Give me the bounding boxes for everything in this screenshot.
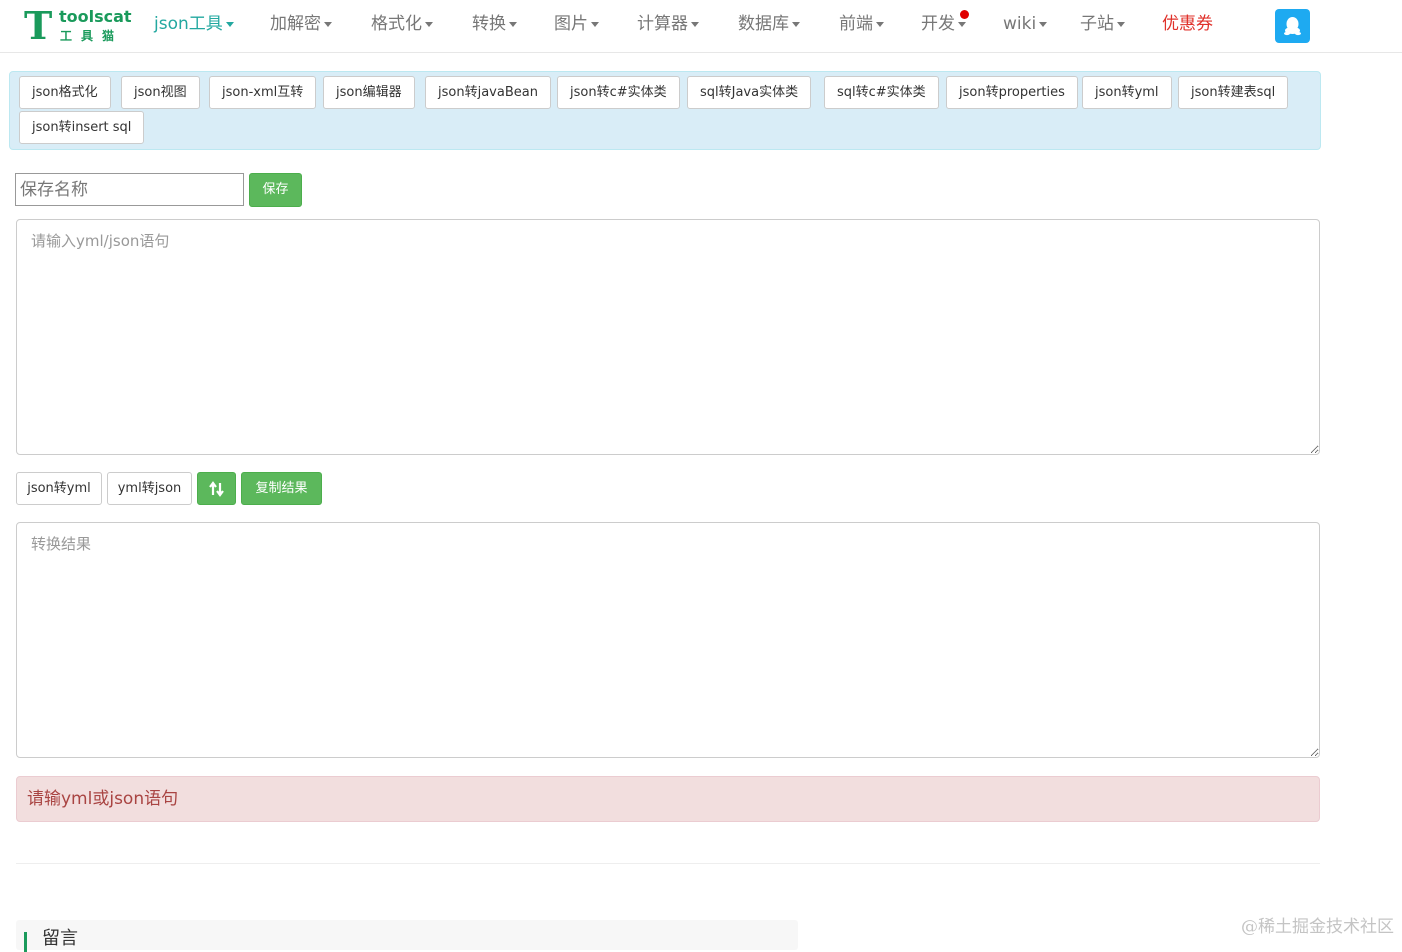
- nav-item-convert[interactable]: 转换: [472, 12, 517, 36]
- nav-label: json工具: [154, 14, 223, 34]
- nav-label: 前端: [839, 14, 873, 34]
- tool-json-format-button[interactable]: json格式化: [19, 76, 111, 109]
- nav-label: wiki: [1003, 14, 1037, 34]
- save-button[interactable]: 保存: [249, 173, 302, 207]
- notification-dot-icon: [960, 10, 969, 19]
- caret-down-icon: [792, 21, 800, 27]
- caret-down-icon: [1039, 21, 1048, 27]
- nav-label: 转换: [472, 14, 506, 34]
- caret-down-icon: [1117, 21, 1125, 27]
- nav-item-frontend[interactable]: 前端: [839, 12, 884, 36]
- caret-down-icon: [876, 21, 884, 27]
- nav-item-format[interactable]: 格式化: [371, 12, 433, 36]
- caret-down-icon: [591, 21, 599, 27]
- nav-item-image[interactable]: 图片: [554, 12, 599, 36]
- tool-json-javabean-button[interactable]: json转javaBean: [425, 76, 551, 109]
- caret-down-icon: [509, 21, 517, 27]
- nav-label: 图片: [554, 14, 588, 34]
- tool-sql-java-button[interactable]: sql转Java实体类: [687, 76, 812, 109]
- divider: [16, 863, 1320, 864]
- watermark: @稀土掘金技术社区: [1241, 917, 1394, 937]
- nav-item-calculator[interactable]: 计算器: [637, 12, 699, 36]
- tool-json-create-sql-button[interactable]: json转建表sql: [1178, 76, 1289, 109]
- tool-json-view-button[interactable]: json视图: [121, 76, 200, 109]
- comments-title: 留言: [42, 928, 78, 949]
- tool-json-editor-button[interactable]: json编辑器: [323, 76, 415, 109]
- caret-down-icon: [958, 21, 966, 27]
- nav-label: 加解密: [270, 14, 321, 34]
- tool-json-yml-button[interactable]: json转yml: [1082, 76, 1172, 109]
- tool-json-insert-sql-button[interactable]: json转insert sql: [19, 111, 145, 144]
- comments-section: 留言: [16, 920, 798, 952]
- caret-down-icon: [691, 21, 699, 27]
- section-accent-bar: [24, 932, 27, 952]
- toolscat-logo[interactable]: T toolscat 工具猫: [24, 6, 134, 48]
- nav-label: 子站: [1080, 14, 1114, 34]
- nav-label: 格式化: [371, 14, 422, 34]
- nav-item-database[interactable]: 数据库: [738, 12, 800, 36]
- conversion-result-output[interactable]: [16, 522, 1320, 758]
- swap-button[interactable]: [197, 472, 236, 505]
- nav-item-json-tools[interactable]: json工具: [154, 12, 234, 36]
- save-name-input[interactable]: [15, 173, 244, 206]
- qq-button[interactable]: [1275, 9, 1310, 43]
- nav-label: 计算器: [637, 14, 688, 34]
- top-navbar: T toolscat 工具猫 json工具 加解密 格式化 转换 图片 计算器 …: [0, 0, 1402, 53]
- nav-item-crypto[interactable]: 加解密: [270, 12, 332, 36]
- caret-down-icon: [324, 21, 332, 27]
- tool-json-properties-button[interactable]: json转properties: [946, 76, 1078, 109]
- caret-down-icon: [225, 21, 234, 27]
- tool-json-xml-button[interactable]: json-xml互转: [209, 76, 317, 109]
- yml-to-json-button[interactable]: yml转json: [107, 472, 192, 505]
- tool-json-csharp-button[interactable]: json转c#实体类: [557, 76, 680, 109]
- yml-json-input[interactable]: [16, 219, 1320, 455]
- nav-item-coupon[interactable]: 优惠券: [1162, 12, 1213, 36]
- copy-result-button[interactable]: 复制结果: [241, 472, 322, 505]
- nav-label: 数据库: [738, 14, 789, 34]
- nav-item-wiki[interactable]: wiki: [1003, 12, 1048, 36]
- tool-sql-csharp-button[interactable]: sql转c#实体类: [824, 76, 939, 109]
- json-to-yml-button[interactable]: json转yml: [16, 472, 102, 505]
- qq-penguin-icon: [1284, 17, 1301, 36]
- logo-name-cn: 工具猫: [60, 29, 124, 43]
- swap-vertical-icon: [209, 481, 224, 497]
- caret-down-icon: [425, 21, 433, 27]
- logo-name-en: toolscat: [59, 7, 132, 26]
- nav-label: 开发: [921, 14, 955, 34]
- logo-letter: T: [24, 3, 53, 48]
- nav-item-substation[interactable]: 子站: [1080, 12, 1125, 36]
- error-alert: 请输yml或json语句: [16, 776, 1320, 822]
